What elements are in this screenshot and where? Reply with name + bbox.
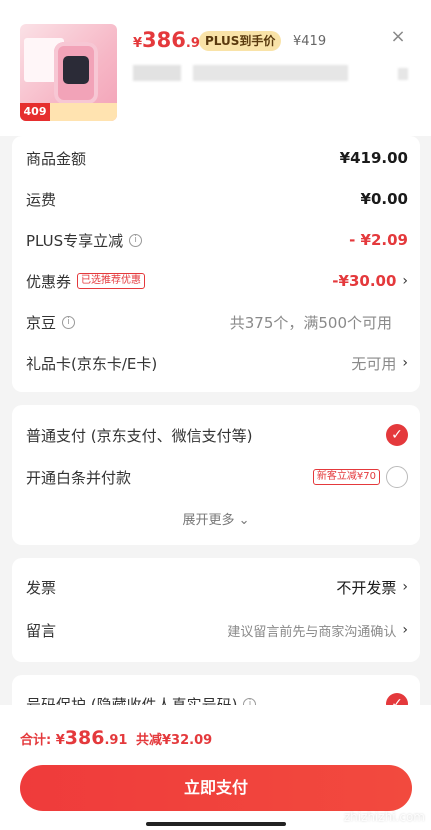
coupon-label-wrap: 优惠券 已选推荐优惠 [26,271,146,292]
original-price: ¥419 [293,34,327,49]
shipping-row: 运费 ¥0.00 [26,187,408,211]
price-int: 386 [142,28,186,52]
goods-amount-label: 商品金额 [26,149,87,168]
blurred-arrow [398,68,408,80]
radio-empty-icon[interactable] [386,466,408,488]
extra-card: 发票 不开发票 › 留言 建议留言前先与商家沟通确认 › [12,558,420,662]
close-icon[interactable]: × [388,27,408,47]
total-yen: ¥ [55,733,65,748]
normal-pay-label: 普通支付 (京东支付、微信支付等) [26,426,253,445]
chevron-down-icon: ⌄ [238,513,250,528]
total-int: 386 [64,727,105,749]
plus-discount-label-wrap: PLUS专享立减 i [26,230,143,251]
total-dec: .91 [104,733,128,748]
coupon-label: 优惠券 [26,272,72,291]
giftcard-value: 无可用 [351,354,397,373]
baitiao-value-wrap: 新客立减¥70 [312,466,408,488]
check-icon[interactable]: ✓ [386,424,408,446]
chevron-right-icon: › [402,273,408,289]
invoice-value-wrap: 不开发票 › [336,577,408,598]
jingdou-label: 京豆 [26,313,57,332]
site-watermark: zhizhizhi.com [343,810,425,824]
plus-discount-row: PLUS专享立减 i - ¥2.09 [26,228,408,252]
coupon-value: -¥30.00 [332,272,397,290]
chevron-right-icon: › [402,355,408,371]
goods-amount-value: ¥419.00 [339,149,408,167]
chevron-right-icon: › [402,579,408,595]
total-summary: 合计: ¥386.91 共减¥32.09 [20,727,212,749]
normal-pay-row[interactable]: 普通支付 (京东支付、微信支付等) ✓ [26,423,408,447]
plus-price-badge: PLUS到手价 [199,31,282,51]
baitiao-label: 开通白条并付款 [26,468,132,487]
invoice-row[interactable]: 发票 不开发票 › [26,575,408,599]
expand-more-label: 展开更多 [182,513,235,528]
expand-more-link[interactable]: 展开更多 ⌄ [12,509,420,528]
plus-discount-value: - ¥2.09 [349,231,408,249]
coupon-tag: 已选推荐优惠 [77,273,146,289]
note-row[interactable]: 留言 建议留言前先与商家沟通确认 › [26,618,408,642]
chevron-right-icon: › [402,622,408,638]
note-label: 留言 [26,621,57,640]
goods-amount-row: 商品金额 ¥419.00 [26,146,408,170]
thumb-banner [50,103,117,121]
coupon-value-wrap: -¥30.00 › [332,272,408,290]
checkout-bar: 合计: ¥386.91 共减¥32.09 立即支付 zhizhizhi.com [0,705,431,830]
invoice-value: 不开发票 [336,578,397,597]
shipping-value: ¥0.00 [360,190,408,208]
thumb-price-tag: 409 [20,103,50,121]
jingdou-row: 京豆 i 共375个，满500个可用 [26,310,408,334]
giftcard-row[interactable]: 礼品卡(京东卡/E卡) 无可用 › [26,351,408,375]
plus-discount-label: PLUS专享立减 [26,231,124,250]
baitiao-tag: 新客立减¥70 [312,469,380,485]
blurred-spec-detail [193,65,348,81]
product-price: ¥386.91 [133,28,209,52]
pay-now-button[interactable]: 立即支付 [20,765,412,811]
watch-screen [63,56,89,84]
jingdou-label-wrap: 京豆 i [26,312,76,333]
giftcard-label: 礼品卡(京东卡/E卡) [26,354,158,373]
shipping-label: 运费 [26,190,57,209]
saved-amount: 共减¥32.09 [136,733,213,748]
baitiao-row[interactable]: 开通白条并付款 新客立减¥70 [26,465,408,489]
home-indicator [146,822,286,826]
product-header: 409 ¥386.91 PLUS到手价 ¥419 × [0,0,431,136]
blurred-spec [133,65,181,81]
jingdou-value: 共375个，满500个可用 [229,313,392,332]
note-value-wrap: 建议留言前先与商家沟通确认 › [227,621,408,640]
info-icon[interactable]: i [62,315,76,329]
note-placeholder: 建议留言前先与商家沟通确认 [227,624,397,640]
total-label: 合计: [20,733,52,748]
info-icon[interactable]: i [129,233,143,247]
payment-card: 普通支付 (京东支付、微信支付等) ✓ 开通白条并付款 新客立减¥70 展开更多… [12,405,420,545]
product-thumbnail[interactable]: 409 [20,24,117,121]
price-yen: ¥ [133,36,143,51]
coupon-row[interactable]: 优惠券 已选推荐优惠 -¥30.00 › [26,269,408,293]
giftcard-value-wrap: 无可用 › [351,353,408,374]
watch-image [54,42,98,104]
invoice-label: 发票 [26,578,57,597]
amounts-card: 商品金额 ¥419.00 运费 ¥0.00 PLUS专享立减 i - ¥2.09… [12,136,420,392]
